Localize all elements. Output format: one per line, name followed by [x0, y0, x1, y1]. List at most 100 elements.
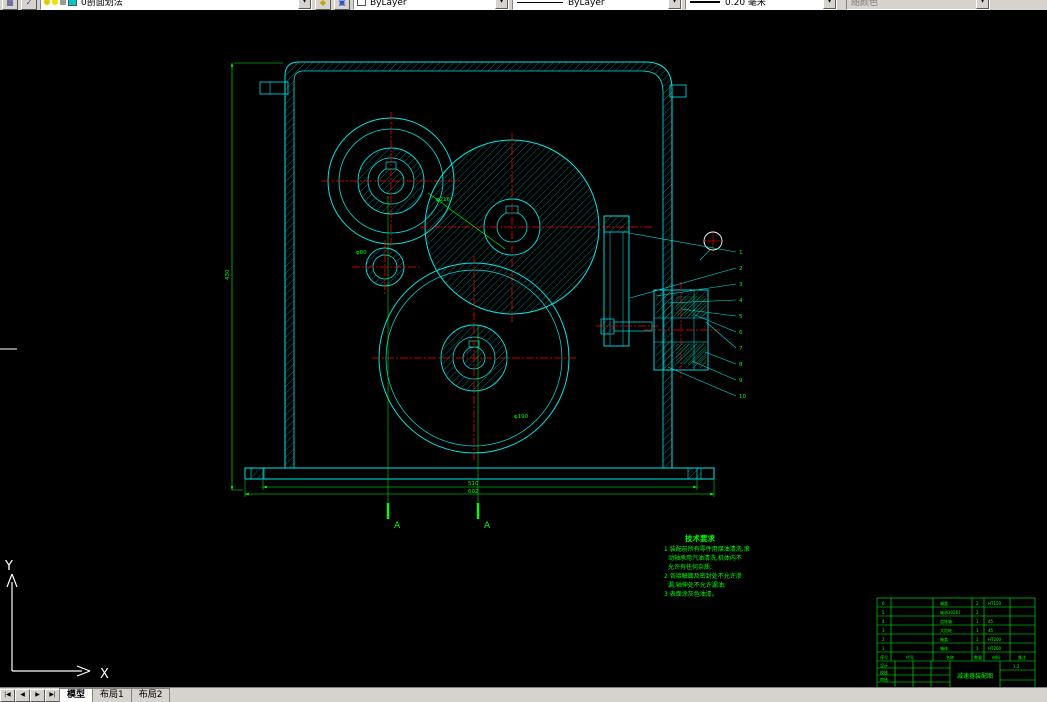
part-numbers: 1 2 3 4 5 6 7 8 9 10 [739, 250, 746, 400]
svg-text:大齿轮: 大齿轮 [940, 627, 952, 633]
svg-text:1: 1 [739, 250, 743, 256]
grid-icon: ▦ [6, 0, 14, 7]
properties-button[interactable]: ▣ [334, 0, 350, 10]
svg-text:代号: 代号 [906, 654, 914, 660]
tab-layout2[interactable]: 布局2 [130, 688, 171, 702]
svg-text:1: 1 [882, 646, 885, 651]
svg-text:2: 2 [882, 637, 885, 642]
color-combobox[interactable]: ByLayer ▼ [353, 0, 509, 10]
drawing-canvas[interactable]: φ216 φ80 φ190 1 2 3 4 5 6 7 8 9 10 A A 4… [0, 10, 1047, 690]
drawing-scale: 1:2 [1013, 664, 1020, 669]
tab-model[interactable]: 模型 [59, 688, 94, 702]
svg-text:1: 1 [976, 619, 979, 624]
svg-text:602: 602 [468, 489, 479, 495]
chevron-down-icon[interactable]: ▼ [668, 0, 681, 9]
color-swatch-icon [357, 0, 366, 6]
tab-nav-next-button[interactable]: ▶ [30, 689, 45, 702]
svg-text:箱体: 箱体 [940, 645, 948, 651]
current-layer-name: 0剖面划法 [81, 0, 123, 8]
svg-text:510: 510 [468, 481, 479, 487]
dimension-left-height: 430 [225, 62, 283, 491]
toolbar-check-button[interactable]: ✓ [21, 0, 37, 10]
svg-text:1: 1 [976, 646, 979, 651]
linetype-value: ByLayer [568, 0, 605, 8]
linetype-combobox[interactable]: ByLayer ▼ [512, 0, 682, 10]
layer-on-icon [44, 0, 50, 5]
svg-text:漏,轴伸处不允许漏油;: 漏,轴伸处不允许漏油; [668, 581, 726, 589]
chevron-down-icon[interactable]: ▼ [823, 0, 836, 9]
chevron-down-icon[interactable]: ▼ [298, 0, 311, 9]
layer-manager-button[interactable]: ◆ [315, 0, 331, 10]
svg-text:齿轮轴: 齿轮轴 [940, 618, 952, 624]
svg-text:8: 8 [739, 362, 743, 368]
plotstyle-value: 随颜色 [851, 0, 879, 8]
chevron-down-icon[interactable]: ▼ [495, 0, 508, 9]
tab-nav-prev-button[interactable]: ◀ [15, 689, 30, 702]
svg-text:4: 4 [739, 298, 743, 304]
properties-icon: ▣ [338, 0, 346, 7]
ucs-x-label: X [100, 667, 109, 682]
svg-text:6: 6 [739, 330, 743, 336]
lineweight-value: 0.20 毫米 [725, 0, 766, 8]
dimension-base-outer: 602 [244, 480, 715, 497]
svg-text:材料: 材料 [992, 654, 1000, 660]
foundation-bolt-left [250, 467, 265, 480]
dim-shaft: φ80 [356, 250, 367, 256]
bearing-assembly [596, 215, 723, 378]
base-plate [244, 467, 715, 480]
dim-gear-b: φ216 [436, 197, 451, 203]
svg-text:名称: 名称 [946, 654, 954, 660]
dimension-base-inner: 510 [262, 480, 698, 490]
svg-text:轴承30207: 轴承30207 [940, 609, 961, 615]
plotstyle-combobox[interactable]: 随颜色 ▼ [846, 0, 990, 10]
svg-text:允许有任何杂质;: 允许有任何杂质; [668, 563, 712, 571]
tab-nav-first-button[interactable]: |◀ [0, 689, 15, 702]
ucs-y-label: Y [4, 559, 13, 574]
svg-text:HT200: HT200 [988, 646, 1002, 651]
layer-lock-icon [60, 0, 66, 5]
svg-text:430: 430 [225, 269, 231, 280]
svg-text:数量: 数量 [974, 654, 982, 660]
svg-text:45: 45 [988, 628, 994, 633]
technical-notes: 技术要求 1 装配前所有零件用煤油清洗,滚 动轴承用汽油清洗,机体内不 允许有任… [664, 533, 750, 598]
tech-notes-title: 技术要求 [685, 533, 715, 543]
bolt-head [600, 318, 615, 335]
foundation-bolt-right [687, 467, 702, 480]
tab-nav-last-button[interactable]: ▶| [45, 689, 60, 702]
svg-text:2: 2 [976, 601, 979, 606]
svg-text:1: 1 [976, 637, 979, 642]
ucs-icon: Y X [4, 559, 109, 682]
svg-text:审核: 审核 [880, 676, 888, 682]
svg-text:10: 10 [739, 394, 746, 400]
svg-text:HT200: HT200 [988, 637, 1002, 642]
svg-text:7: 7 [739, 346, 743, 352]
svg-text:2 各接触面及密封处不允许渗: 2 各接触面及密封处不允许渗 [664, 572, 742, 580]
svg-text:3: 3 [882, 628, 885, 633]
toolbar-grid-button[interactable]: ▦ [2, 0, 18, 10]
layer-combobox[interactable]: 0剖面划法 ▼ [40, 0, 312, 10]
lineweight-combobox[interactable]: 0.20 毫米 ▼ [685, 0, 837, 10]
svg-text:6: 6 [882, 601, 885, 606]
linetype-sample-icon [517, 2, 563, 3]
svg-text:校核: 校核 [880, 669, 888, 675]
layout-tabbar: |◀ ◀ ▶ ▶| 模型 布局1 布局2 [0, 687, 1047, 702]
layer-color-icon [68, 0, 77, 6]
tab-layout1[interactable]: 布局1 [92, 688, 132, 702]
svg-text:备注: 备注 [1018, 654, 1026, 660]
svg-text:9: 9 [739, 378, 743, 384]
cover-pin-left [259, 81, 289, 95]
section-mark-a1: A [394, 521, 401, 531]
svg-text:3 表面涂灰色油漆。: 3 表面涂灰色油漆。 [664, 590, 718, 598]
dim-gear-d: φ190 [514, 414, 529, 420]
layer-thaw-icon [52, 0, 58, 5]
svg-text:端盖: 端盖 [940, 600, 948, 606]
svg-text:4: 4 [882, 619, 885, 624]
top-toolbar: ▦ ✓ 0剖面划法 ▼ ◆ ▣ ByLayer ▼ ByLayer ▼ 0.20… [0, 0, 1047, 10]
svg-text:2: 2 [739, 266, 743, 272]
section-mark-a2: A [484, 521, 491, 531]
svg-text:箱盖: 箱盖 [940, 636, 948, 642]
svg-text:设计: 设计 [880, 662, 888, 668]
svg-text:2: 2 [976, 610, 979, 615]
svg-text:45: 45 [988, 619, 994, 624]
svg-text:动轴承用汽油清洗,机体内不: 动轴承用汽油清洗,机体内不 [668, 554, 742, 562]
